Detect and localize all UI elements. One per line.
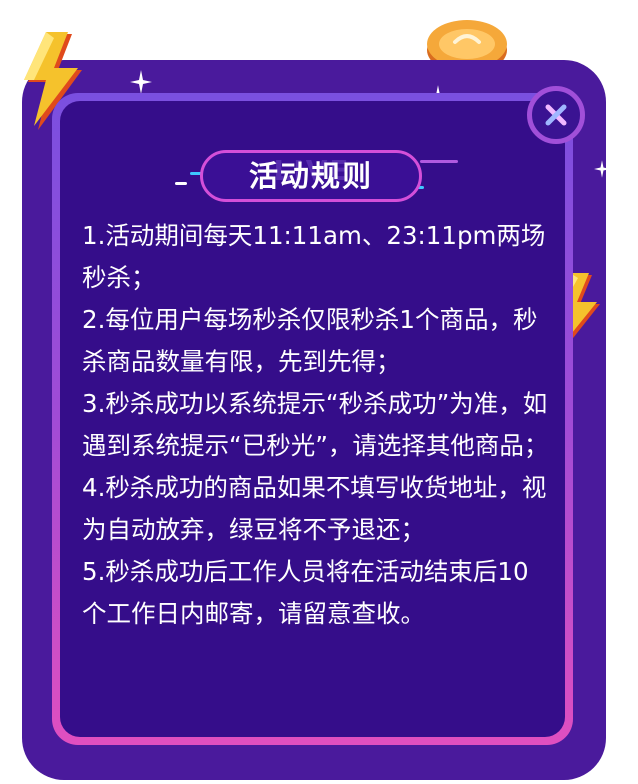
- sparkle-icon: [130, 70, 152, 94]
- dialog-title: 活动规则: [248, 159, 373, 193]
- rules-list: 1.活动期间每天11:11am、23:11pm两场秒杀； 2.每位用户每场秒杀仅…: [82, 215, 552, 635]
- title-deco-line: [175, 182, 187, 185]
- rule-item: 1.活动期间每天11:11am、23:11pm两场秒杀；: [82, 221, 546, 292]
- rule-item: 5.秒杀成功后工作人员将在活动结束后10个工作日内邮寄，请留意查收。: [82, 557, 529, 628]
- close-icon: [545, 104, 567, 126]
- title-deco-line: [420, 160, 458, 163]
- rules-dialog-stage: LIVE 活动规则 1.活动期间每天11:11am、23:11pm两场秒杀； 2…: [0, 0, 638, 784]
- sparkle-icon: [594, 160, 610, 178]
- rule-item: 3.秒杀成功以系统提示“秒杀成功”为准，如遇到系统提示“已秒光”，请选择其他商品…: [82, 389, 549, 460]
- rule-item: 2.每位用户每场秒杀仅限秒杀1个商品，秒杀商品数量有限，先到先得；: [82, 305, 538, 376]
- rule-item: 4.秒杀成功的商品如果不填写收货地址，视为自动放弃，绿豆将不予退还；: [82, 473, 547, 544]
- close-button[interactable]: [527, 86, 585, 144]
